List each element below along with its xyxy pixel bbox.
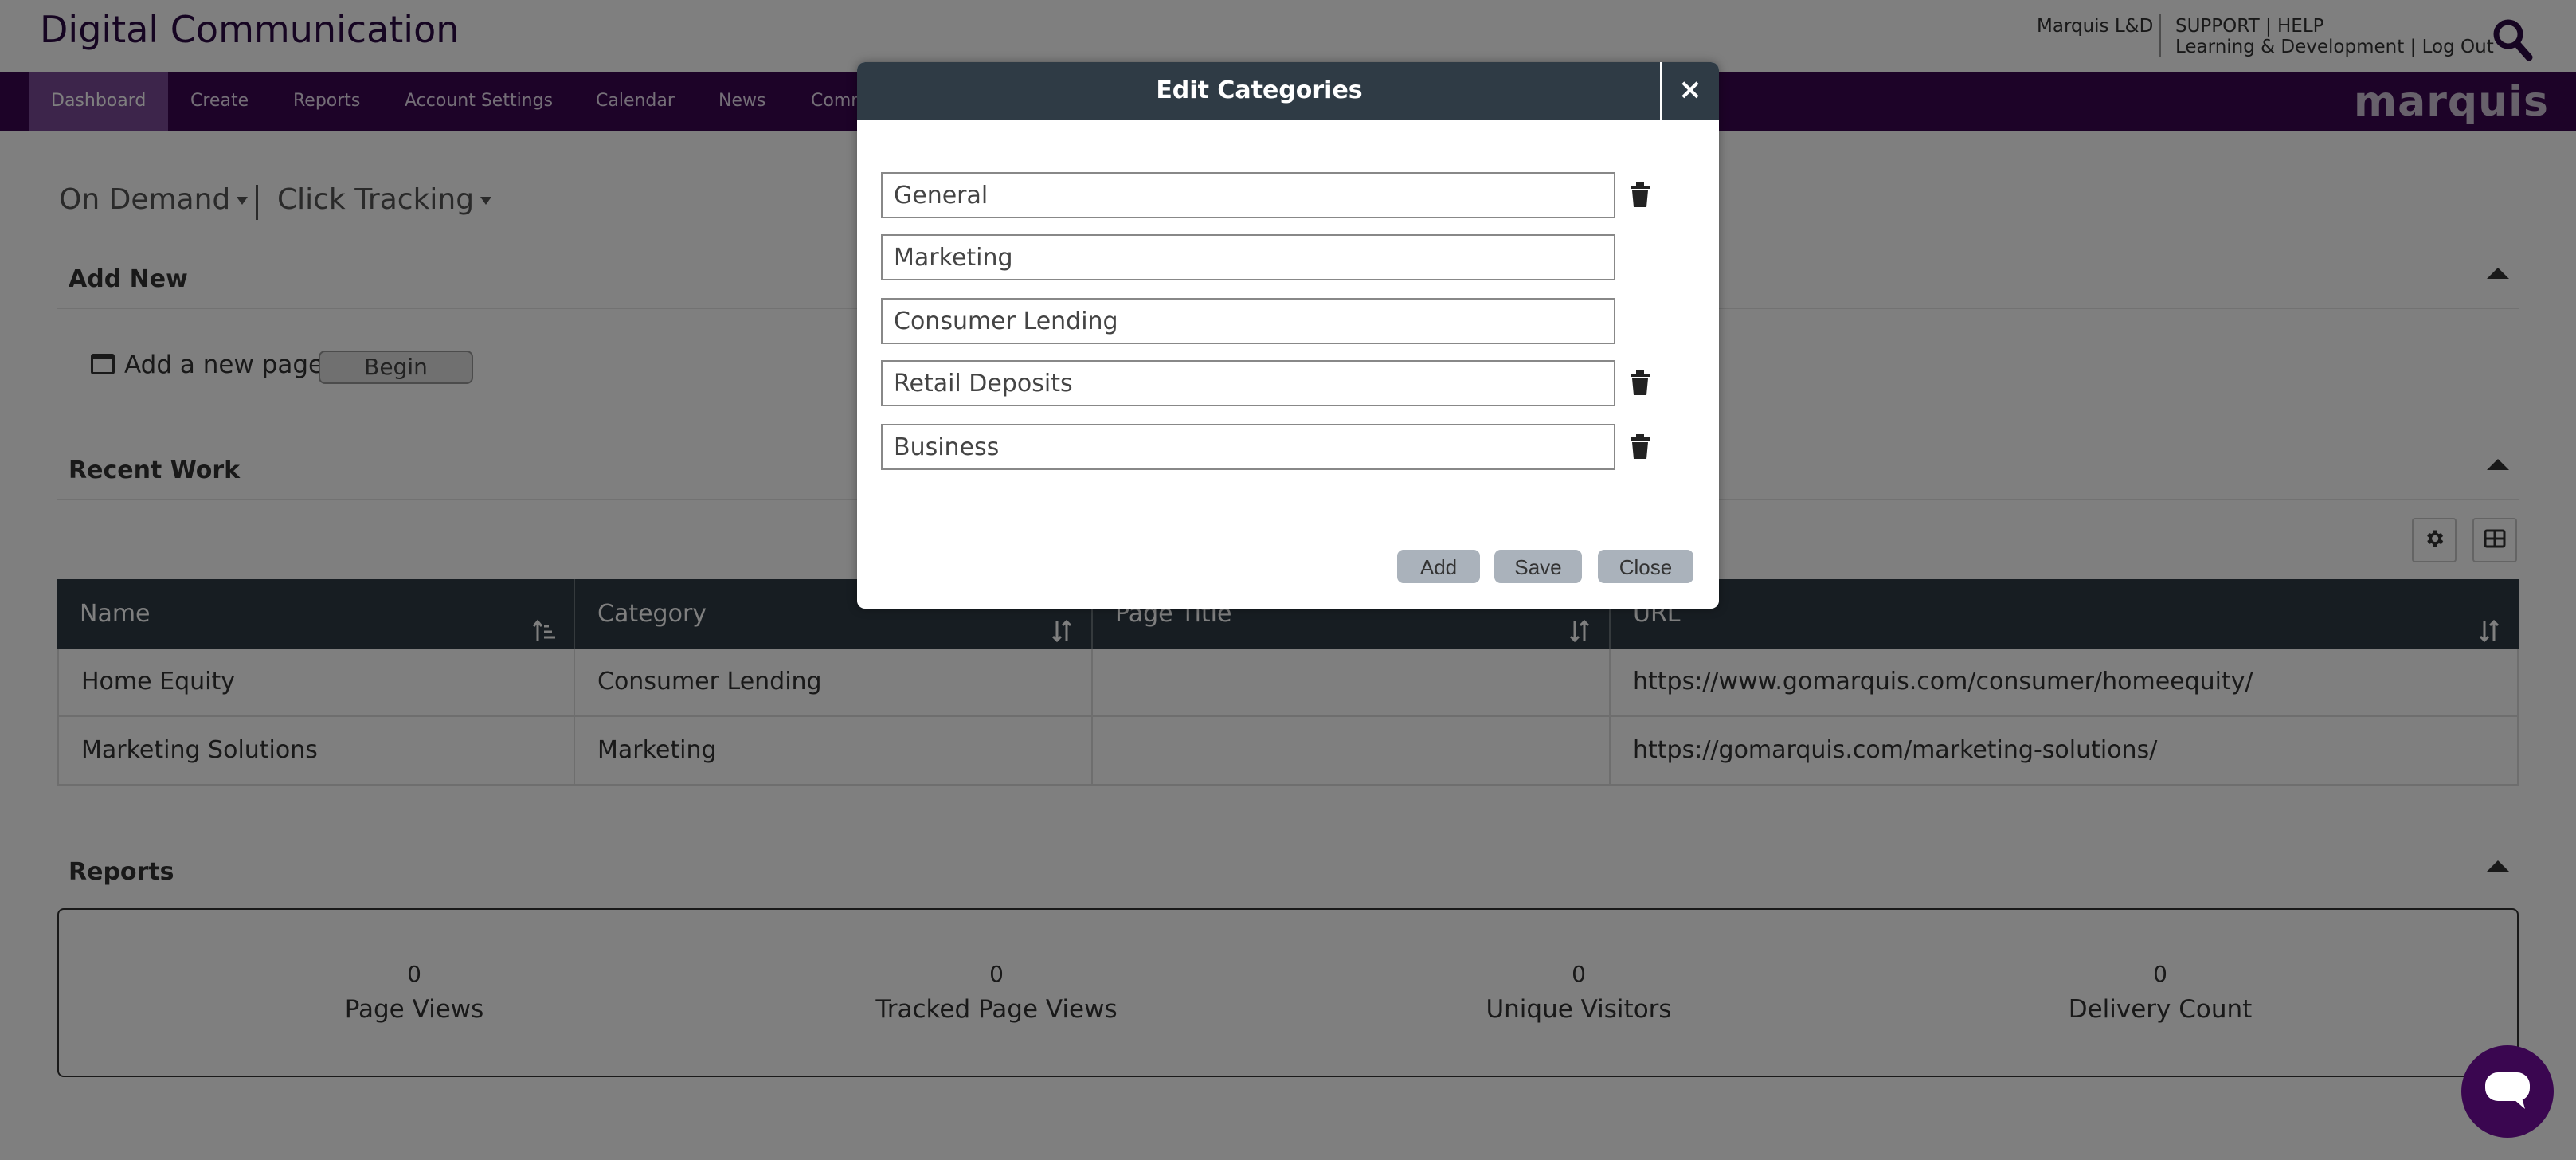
category-input[interactable] (881, 234, 1615, 280)
category-input[interactable] (881, 298, 1615, 344)
add-button[interactable]: Add (1397, 550, 1480, 583)
trash-icon[interactable] (1628, 433, 1652, 460)
edit-categories-modal: Edit Categories × Add Save Close (857, 62, 1719, 609)
trash-icon[interactable] (1628, 182, 1652, 209)
chat-bubble-icon (2482, 1068, 2533, 1115)
modal-title: Edit Categories (1156, 76, 1363, 104)
trash-icon[interactable] (1628, 370, 1652, 397)
close-button[interactable]: Close (1598, 550, 1693, 583)
category-input[interactable] (881, 424, 1615, 470)
category-input[interactable] (881, 172, 1615, 218)
chat-button[interactable] (2461, 1045, 2554, 1138)
save-button[interactable]: Save (1494, 550, 1582, 583)
close-icon[interactable]: × (1660, 62, 1719, 120)
category-input[interactable] (881, 360, 1615, 406)
